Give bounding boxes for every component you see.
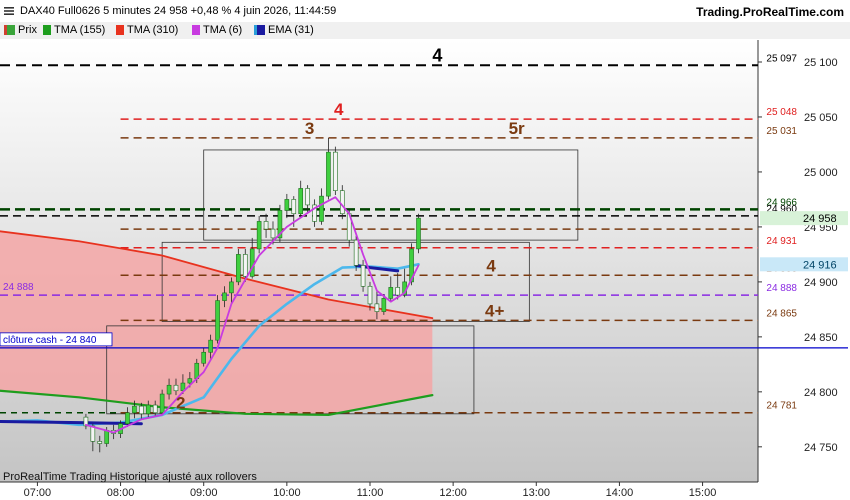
x-tick-label: 15:00 — [689, 487, 717, 499]
legend-item-ema31[interactable]: EMA (31) — [254, 24, 314, 36]
candle-body — [201, 351, 207, 364]
footer-note: ProRealTime Trading Historique ajusté au… — [3, 471, 257, 483]
ema-value-tag: 24 916 — [803, 259, 837, 271]
chart-header: DAX40 Full0626 5 minutes 24 958 +0,48 % … — [0, 0, 850, 22]
y-tick-label: 25 100 — [804, 57, 838, 69]
y-tick-label: 25 050 — [804, 112, 838, 124]
candle-body — [242, 254, 248, 277]
level-label: 24 865 — [766, 308, 797, 319]
candle-body — [173, 384, 179, 392]
candle-body — [132, 405, 137, 414]
candle-body — [388, 287, 394, 299]
level-annotation: 4 — [334, 100, 344, 119]
level-label: 25 031 — [766, 126, 797, 137]
x-tick-label: 13:00 — [523, 487, 551, 499]
legend-item-prix[interactable]: Prix — [4, 24, 37, 36]
y-tick-label: 24 850 — [804, 332, 838, 344]
x-tick-label: 12:00 — [439, 487, 467, 499]
candle-body — [291, 199, 297, 215]
level-annotation: 5r — [509, 119, 525, 138]
candle-body — [339, 190, 345, 215]
candle-body — [381, 298, 387, 312]
level-annotation: 4+ — [485, 301, 504, 320]
level-label: 24 931 — [766, 236, 797, 247]
left-level-label: 24 888 — [3, 282, 34, 293]
legend-item-tma310[interactable]: TMA (310) — [116, 24, 178, 36]
candle-body — [159, 393, 165, 414]
level-label: 25 097 — [766, 53, 797, 64]
candle-body — [333, 151, 338, 191]
candle-body — [298, 188, 304, 215]
x-tick-label: 10:00 — [273, 487, 301, 499]
x-tick-label: 08:00 — [107, 487, 135, 499]
legend-label: TMA (310) — [127, 24, 179, 36]
legend-label: TMA (6) — [203, 24, 243, 36]
candle-body — [139, 405, 144, 415]
candle-body — [305, 188, 310, 206]
candle-body — [319, 195, 324, 222]
candle-body — [284, 199, 290, 211]
legend-label: Prix — [18, 24, 37, 36]
candle-body — [145, 404, 151, 415]
level-annotation: 2 — [176, 394, 185, 413]
y-tick-label: 25 000 — [804, 167, 838, 179]
x-tick-label: 07:00 — [24, 487, 52, 499]
legend-swatch — [43, 25, 51, 35]
legend-swatch — [254, 25, 265, 35]
candle-body — [125, 412, 130, 425]
candle-body — [367, 285, 373, 305]
level-annotation: 3 — [305, 119, 314, 138]
candle-body — [236, 254, 241, 283]
brand-label: Trading.ProRealTime.com — [696, 5, 844, 19]
chart-title: DAX40 Full0626 5 minutes 24 958 +0,48 % … — [20, 5, 337, 17]
y-tick-label: 24 900 — [804, 277, 838, 289]
candle-body — [326, 151, 331, 197]
candle-body — [187, 378, 193, 384]
x-tick-label: 14:00 — [606, 487, 634, 499]
candle-body — [374, 303, 380, 312]
legend-label: TMA (155) — [54, 24, 106, 36]
level-annotation: 4 — [432, 45, 442, 65]
candle-body — [208, 339, 213, 353]
legend-label: EMA (31) — [268, 24, 314, 36]
candle-body — [360, 265, 366, 287]
level-label: 25 048 — [766, 107, 797, 118]
candle-body — [215, 300, 220, 341]
candle-body — [222, 292, 227, 301]
legend-item-tma6[interactable]: TMA (6) — [192, 24, 242, 36]
cash-close-label: clôture cash - 24 840 — [3, 335, 97, 346]
candle-body — [90, 425, 96, 442]
candle-body — [353, 239, 359, 266]
legend-item-tma155[interactable]: TMA (155) — [43, 24, 105, 36]
legend-swatch — [192, 25, 200, 35]
level-label: 24 781 — [766, 401, 797, 412]
candle-body — [395, 287, 401, 296]
menu-icon[interactable] — [4, 6, 14, 16]
indicator-legend: Prix TMA (155) TMA (310) TMA (6) EMA (31… — [0, 22, 850, 39]
x-tick-label: 09:00 — [190, 487, 218, 499]
candle-body — [416, 217, 421, 250]
y-tick-label: 24 750 — [804, 442, 838, 454]
last-price-tag: 24 958 — [803, 213, 837, 225]
x-tick-label: 11:00 — [357, 487, 384, 499]
candle-body — [166, 384, 172, 395]
y-tick-label: 24 800 — [804, 387, 838, 399]
candle-body — [256, 221, 262, 250]
level-label: 24 888 — [766, 283, 797, 294]
legend-swatch — [116, 25, 124, 35]
candle-body — [104, 430, 110, 444]
candle-body — [263, 221, 269, 230]
candle-body — [270, 228, 276, 239]
candle-body — [229, 281, 234, 294]
legend-swatch — [4, 25, 15, 35]
candle-body — [249, 248, 255, 277]
price-chart[interactable]: clôture cash - 24 840 24 888 4 4 3 5r 4 4+ 2 25 0… — [0, 40, 850, 500]
level-annotation: 4 — [486, 256, 496, 275]
candle-body — [97, 441, 103, 444]
candle-body — [152, 404, 158, 414]
